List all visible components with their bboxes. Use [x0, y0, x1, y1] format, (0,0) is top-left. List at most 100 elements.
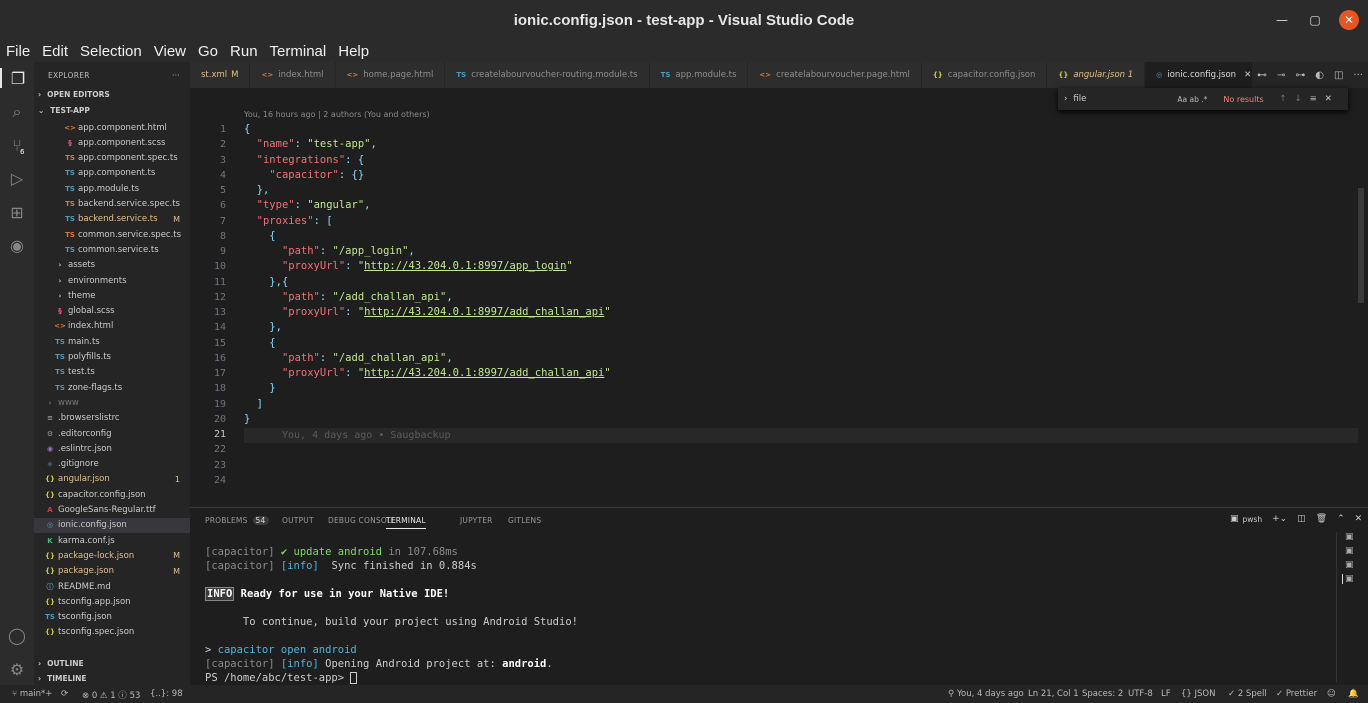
file-item[interactable]: ◆ .gitignore: [34, 457, 190, 472]
outline-section[interactable]: › OUTLINE: [34, 655, 84, 671]
code-line[interactable]: "path": "/app_login",: [244, 245, 415, 257]
terminal-instance-icon[interactable]: ▣: [1345, 532, 1354, 542]
git-branch[interactable]: ⑂ main*+: [12, 689, 52, 699]
project-section[interactable]: ⌄ TEST-APP: [34, 102, 90, 118]
panel-tab[interactable]: TERMINAL: [386, 516, 426, 529]
language-mode[interactable]: {} JSON: [1181, 689, 1215, 699]
menu-file[interactable]: File: [6, 43, 30, 60]
sync-icon[interactable]: ⟳: [61, 689, 68, 699]
file-item[interactable]: § global.scss: [34, 304, 190, 319]
file-item[interactable]: A GoogleSans-Regular.ttf: [34, 503, 190, 518]
code-line[interactable]: {: [244, 230, 275, 242]
gitlens-icon[interactable]: ◉: [7, 235, 27, 255]
file-item[interactable]: Kkarma.conf.js: [34, 533, 190, 548]
editor-tab[interactable]: <> home.page.html: [335, 62, 446, 88]
close-window-button[interactable]: ✕: [1339, 10, 1359, 30]
editor-tab[interactable]: st.xml M: [190, 62, 251, 88]
code-line[interactable]: }: [244, 413, 250, 425]
file-item[interactable]: <> app.component.html: [34, 120, 190, 135]
run-debug-icon[interactable]: ▷: [7, 168, 27, 188]
editor-tab[interactable]: <> createlabourvoucher.page.html: [748, 62, 922, 88]
encoding[interactable]: UTF-8: [1128, 689, 1153, 699]
find-input[interactable]: file: [1073, 94, 1177, 104]
file-item[interactable]: TS zone-flags.ts: [34, 380, 190, 395]
spell-check[interactable]: ✓ 2 Spell: [1228, 689, 1267, 699]
code-line[interactable]: "path": "/add_challan_api",: [244, 291, 453, 303]
editor-scrollbar[interactable]: [1358, 188, 1364, 303]
problems-count[interactable]: ⊗ 0 ⚠ 1 ⓘ 53: [82, 689, 140, 701]
maximize-button[interactable]: ▢: [1305, 10, 1325, 30]
terminal-instance-icon[interactable]: ▣: [1342, 574, 1354, 584]
file-item[interactable]: {} package-lock.json M: [34, 548, 190, 563]
panel-tab[interactable]: GITLENS: [508, 516, 541, 525]
file-item[interactable]: <> index.html: [34, 319, 190, 334]
notifications-icon[interactable]: 🔔: [1348, 689, 1359, 699]
file-item[interactable]: TS test.ts: [34, 365, 190, 380]
new-terminal-icon[interactable]: +⌄: [1272, 514, 1287, 524]
file-item[interactable]: ◉ .eslintrc.json: [34, 441, 190, 456]
file-item[interactable]: {} tsconfig.spec.json: [34, 625, 190, 640]
code-line[interactable]: "capacitor": {}: [244, 169, 364, 181]
cursor-position[interactable]: Ln 21, Col 1: [1028, 689, 1079, 699]
file-item[interactable]: TS common.service.ts: [34, 242, 190, 257]
editor-tab[interactable]: {} angular.json 1: [1047, 62, 1146, 88]
code-line[interactable]: "integrations": {: [244, 154, 365, 166]
blame-status[interactable]: ⚲ You, 4 days ago: [948, 689, 1024, 699]
menu-go[interactable]: Go: [198, 43, 218, 60]
eol[interactable]: LF: [1161, 689, 1171, 699]
close-tab-icon[interactable]: ✕: [1244, 70, 1251, 80]
file-item[interactable]: › environments: [34, 273, 190, 288]
menu-help[interactable]: Help: [338, 43, 369, 60]
code-line[interactable]: "proxyUrl": "http://43.204.0.1:8997/app_…: [244, 260, 573, 272]
file-item[interactable]: {} package.json M: [34, 564, 190, 579]
file-item[interactable]: ≡ .browserslistrc: [34, 411, 190, 426]
panel-tab[interactable]: OUTPUT: [282, 516, 314, 525]
file-item[interactable]: TS app.module.ts: [34, 181, 190, 196]
code-line[interactable]: },: [244, 321, 282, 333]
explorer-icon[interactable]: ❐: [0, 68, 34, 88]
code-line[interactable]: "name": "test-app",: [244, 138, 377, 150]
code-line[interactable]: ]: [244, 398, 263, 410]
menu-run[interactable]: Run: [230, 43, 258, 60]
code-line[interactable]: "proxies": [: [244, 215, 333, 227]
file-item[interactable]: TS main.ts: [34, 334, 190, 349]
code-line[interactable]: {: [244, 123, 250, 135]
prettier-status[interactable]: ✓ Prettier: [1276, 689, 1317, 699]
split-editor-icon[interactable]: ◫: [1334, 70, 1343, 81]
find-in-selection-icon[interactable]: ≡: [1310, 94, 1317, 104]
minimize-button[interactable]: —: [1272, 10, 1292, 30]
file-item[interactable]: {} capacitor.config.json: [34, 487, 190, 502]
toggle-replace-icon[interactable]: ›: [1064, 94, 1067, 104]
file-item[interactable]: ◎ ionic.config.json: [34, 517, 190, 533]
split-terminal-icon[interactable]: ◫: [1297, 514, 1306, 524]
code-line[interactable]: {: [244, 337, 275, 349]
code-editor[interactable]: You, 16 hours ago | 2 authors (You and o…: [190, 88, 1368, 505]
more-icon[interactable]: ···: [1353, 70, 1363, 81]
file-item[interactable]: TS polyfills.ts: [34, 350, 190, 365]
open-editors-section[interactable]: › OPEN EDITORS: [34, 86, 110, 102]
file-item[interactable]: TS backend.service.ts M: [34, 212, 190, 227]
codelens-blame[interactable]: You, 16 hours ago | 2 authors (You and o…: [244, 110, 430, 119]
extensions-icon[interactable]: ⊞: [7, 202, 27, 222]
gear-icon[interactable]: ⚙: [7, 659, 27, 679]
editor-tab[interactable]: TS app.module.ts: [649, 62, 749, 88]
bracket-count[interactable]: {..}: 98: [150, 689, 183, 699]
maximize-panel-icon[interactable]: ⌃: [1337, 514, 1345, 524]
panel-tab[interactable]: PROBLEMS 54: [205, 516, 269, 525]
file-item[interactable]: TS backend.service.spec.ts: [34, 197, 190, 212]
editor-tab[interactable]: TS createlabourvoucher-routing.module.ts: [445, 62, 650, 88]
code-line[interactable]: "type": "angular",: [244, 199, 371, 211]
compare-icon[interactable]: ⊷: [1257, 70, 1267, 81]
account-icon[interactable]: ◯: [7, 625, 27, 645]
file-item[interactable]: TS tsconfig.json: [34, 610, 190, 625]
terminal-instance-icon[interactable]: ▣: [1345, 546, 1354, 556]
editor-tab[interactable]: <> index.html: [250, 62, 336, 88]
editor-tab[interactable]: ◎ ionic.config.json ✕: [1145, 62, 1264, 88]
file-item[interactable]: › theme: [34, 288, 190, 303]
next-change-icon[interactable]: ⊶: [1295, 70, 1305, 81]
next-match-icon[interactable]: ↓: [1295, 94, 1302, 104]
toggle-icon[interactable]: ◐: [1315, 70, 1324, 81]
code-line[interactable]: "proxyUrl": "http://43.204.0.1:8997/add_…: [244, 367, 611, 379]
code-line[interactable]: }: [244, 382, 275, 394]
menu-edit[interactable]: Edit: [42, 43, 68, 60]
